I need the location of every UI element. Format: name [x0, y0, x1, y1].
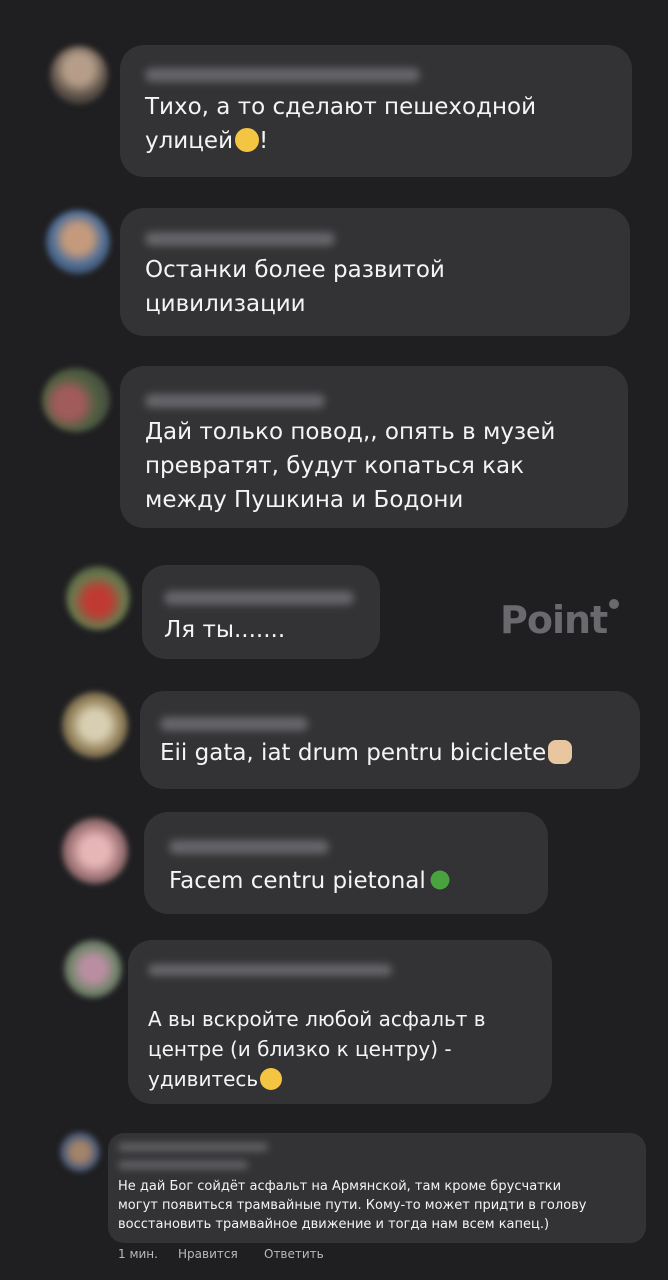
avatar[interactable] [64, 940, 122, 998]
point-watermark: Point [500, 598, 620, 642]
author-name[interactable] [145, 394, 325, 408]
comment-text: Тихо, а то сделают пешеходной улицей! [145, 94, 537, 154]
comment-bubble: А вы вскройте любой асфальт в центре (и … [128, 940, 552, 1104]
author-name[interactable] [148, 964, 392, 976]
comment-bubble: Дай только повод,, опять в музей преврат… [120, 366, 628, 528]
comment-text: А вы вскройте любой асфальт в центре (и … [148, 1007, 486, 1091]
avatar[interactable] [62, 818, 128, 884]
like-button[interactable]: Нравится [178, 1247, 238, 1261]
comment-text: Останки более развитой цивилизации [145, 257, 445, 317]
author-name[interactable] [169, 840, 329, 854]
author-name[interactable] [160, 717, 308, 731]
comment-bubble: Не дай Бог сойдёт асфальт на Армянской, … [108, 1133, 646, 1243]
comment-text: Ля ты....... [164, 617, 286, 643]
reply-button[interactable]: Ответить [264, 1247, 324, 1261]
comment-text: Eii gata, iat drum pentru biciclete [160, 736, 573, 770]
avatar[interactable] [42, 368, 110, 432]
comment-bubble: Facem centru pietonal [144, 812, 548, 914]
smirk-face-icon [260, 1068, 283, 1090]
comment-time: 1 мин. [118, 1247, 158, 1261]
comment-bubble: Ля ты....... [142, 565, 380, 659]
author-name[interactable] [118, 1143, 268, 1151]
comment-bubble: Останки более развитой цивилизации [120, 208, 630, 336]
clover-icon [427, 868, 452, 892]
avatar[interactable] [62, 692, 128, 758]
comment-bubble: Тихо, а то сделают пешеходной улицей! [120, 45, 632, 177]
comment-text: Дай только повод,, опять в музей преврат… [145, 419, 556, 513]
avatar[interactable] [60, 1132, 100, 1172]
author-name-secondary [118, 1161, 248, 1169]
author-name[interactable] [145, 232, 335, 246]
avatar[interactable] [66, 566, 130, 630]
avatar[interactable] [46, 210, 110, 274]
comment-text: Facem centru pietonal [169, 864, 452, 898]
author-name[interactable] [145, 68, 420, 82]
shushing-face-icon [235, 128, 260, 152]
comment-bubble: Eii gata, iat drum pentru biciclete [140, 691, 640, 789]
author-name[interactable] [164, 591, 354, 605]
facepalm-icon [548, 740, 573, 764]
comment-text: Не дай Бог сойдёт асфальт на Армянской, … [118, 1179, 587, 1232]
avatar[interactable] [50, 46, 108, 104]
